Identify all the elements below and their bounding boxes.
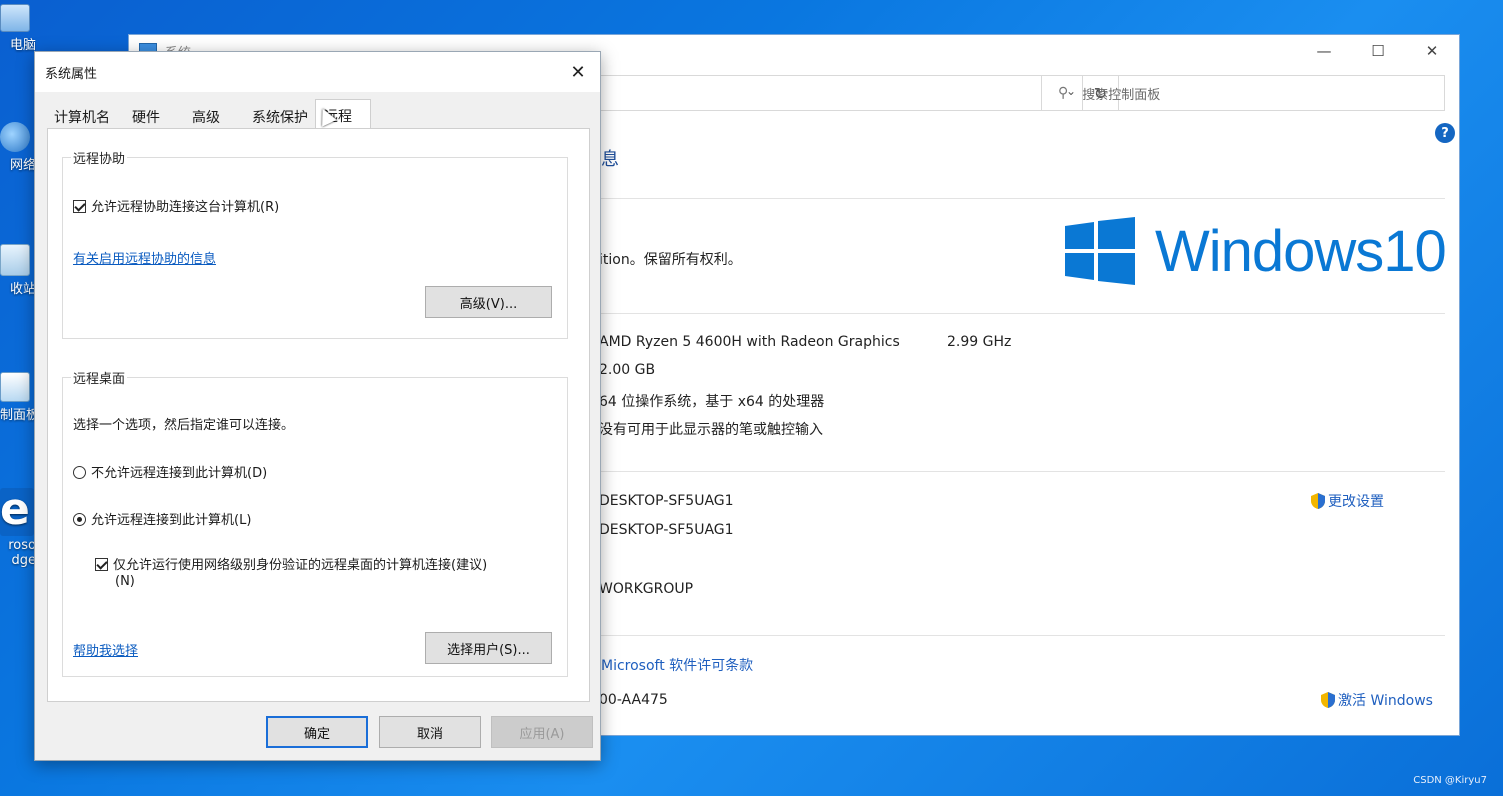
allow-remote-assistance-label: 允许远程协助连接这台计算机(R) [91, 200, 280, 215]
tab-hardware[interactable]: 硬件 [125, 100, 167, 128]
close-icon[interactable]: ✕ [1405, 35, 1459, 67]
tab-system-protection[interactable]: 系统保护 [245, 100, 315, 128]
remote-assistance-group: 远程协助 允许远程协助连接这台计算机(R) 有关启用远程协助的信息 高级(V).… [62, 148, 568, 339]
workgroup-value: WORKGROUP [599, 581, 694, 597]
processor-speed: 2.99 GHz [947, 334, 1012, 350]
activate-windows-label: 激活 Windows [1338, 693, 1433, 709]
deny-remote-radio[interactable]: 不允许远程连接到此计算机(D) [73, 462, 267, 481]
nla-checkbox[interactable]: 仅允许运行使用网络级别身份验证的远程桌面的计算机连接(建议) [95, 554, 487, 573]
help-icon[interactable]: ? [1435, 123, 1455, 143]
cancel-button[interactable]: 取消 [379, 716, 481, 748]
copyright-text: ition。保留所有权利。 [599, 252, 742, 268]
tab-advanced[interactable]: 高级 [185, 100, 227, 128]
windows-flag-icon [1065, 217, 1135, 285]
windows-logo: Windows10 [1065, 217, 1447, 285]
search-placeholder: 搜索控制面板 [1082, 87, 1161, 103]
divider [599, 471, 1445, 472]
computer-icon [0, 4, 30, 32]
page-title: 息 [601, 149, 619, 170]
shield-icon [1311, 493, 1325, 509]
activate-windows-link[interactable]: 激活 Windows [1321, 690, 1433, 710]
change-settings-label: 更改设置 [1328, 494, 1384, 510]
full-computer-name-value: DESKTOP-SF5UAG1 [599, 522, 734, 538]
allow-remote-radio[interactable]: 允许远程连接到此计算机(L) [73, 509, 251, 528]
desktop-icon-label: 网络 [9, 158, 36, 173]
license-terms-link[interactable]: Microsoft 软件许可条款 [601, 655, 753, 675]
desktop-icon-label: 收站 [9, 282, 36, 297]
divider [599, 198, 1445, 199]
apply-button[interactable]: 应用(A) [491, 716, 593, 748]
ok-button[interactable]: 确定 [266, 716, 368, 748]
desktop-icon-label: roso [8, 538, 36, 553]
deny-remote-label: 不允许远程连接到此计算机(D) [91, 466, 268, 481]
select-users-button[interactable]: 选择用户(S)... [425, 632, 552, 664]
processor-value: AMD Ryzen 5 4600H with Radeon Graphics [599, 334, 900, 350]
desktop-icon-control-panel[interactable]: 制面板 [0, 372, 36, 423]
desktop-icon-label: 制面板 [0, 408, 36, 423]
maximize-icon[interactable]: ☐ [1351, 35, 1405, 67]
checkbox-checked-icon [73, 200, 86, 213]
desktop-icon-network[interactable]: 网络 [0, 122, 36, 173]
remote-assistance-info-link[interactable]: 有关启用远程协助的信息 [73, 248, 216, 267]
computer-name-value: DESKTOP-SF5UAG1 [599, 493, 734, 509]
search-input[interactable]: ⚲ 搜索控制面板 [1041, 75, 1445, 111]
window-controls: — ☐ ✕ [1297, 35, 1459, 67]
tab-computer-name[interactable]: 计算机名 [47, 100, 117, 128]
remote-desktop-title: 远程桌面 [71, 368, 128, 387]
advanced-button[interactable]: 高级(V)... [425, 286, 552, 318]
remote-assistance-title: 远程协助 [71, 148, 128, 167]
nla-label: 仅允许运行使用网络级别身份验证的远程桌面的计算机连接(建议) [113, 558, 488, 573]
product-id-value: 00-AA475 [599, 692, 668, 708]
windows-brand-text: Windows10 [1155, 218, 1447, 284]
pen-touch-value: 没有可用于此显示器的笔或触控输入 [599, 422, 823, 438]
desktop-icon-edge[interactable]: e roso dge [0, 488, 36, 568]
edge-icon: e [0, 488, 34, 536]
change-settings-link[interactable]: 更改设置 [1311, 491, 1384, 511]
remote-desktop-group: 远程桌面 选择一个选项，然后指定谁可以连接。 不允许远程连接到此计算机(D) 允… [62, 368, 568, 677]
desktop-icon-this-pc[interactable]: 电脑 [0, 4, 36, 53]
ram-value: 2.00 GB [599, 362, 656, 378]
shield-icon [1321, 692, 1335, 708]
nla-label-line2: (N) [115, 574, 135, 589]
checkbox-checked-icon [95, 558, 108, 571]
remote-desktop-instruction: 选择一个选项，然后指定谁可以连接。 [73, 418, 295, 433]
radio-selected-icon [73, 513, 86, 526]
system-properties-dialog: 系统属性 ✕ 计算机名 硬件 高级 系统保护 远程 远程协助 允许远程协助连接这… [34, 51, 601, 761]
divider [599, 313, 1445, 314]
system-type-value: 64 位操作系统，基于 x64 的处理器 [599, 394, 825, 410]
desktop-icon-label: dge [11, 553, 36, 568]
desktop-icon-recycle-bin[interactable]: 收站 [0, 244, 36, 297]
watermark: CSDN @Kiryu7 [1413, 775, 1487, 786]
control-panel-icon [0, 372, 30, 402]
allow-remote-label: 允许远程连接到此计算机(L) [91, 513, 252, 528]
radio-empty-icon [73, 466, 86, 479]
minimize-icon[interactable]: — [1297, 35, 1351, 67]
divider [599, 635, 1445, 636]
network-icon [0, 122, 30, 152]
allow-remote-assistance-checkbox[interactable]: 允许远程协助连接这台计算机(R) [73, 196, 279, 215]
close-icon[interactable]: ✕ [566, 60, 590, 84]
dialog-title: 系统属性 [45, 66, 98, 82]
dialog-titlebar: 系统属性 [35, 52, 600, 92]
help-me-choose-link[interactable]: 帮助我选择 [73, 640, 138, 659]
remote-tab-panel: 远程协助 允许远程协助连接这台计算机(R) 有关启用远程协助的信息 高级(V).… [47, 128, 590, 702]
recycle-bin-icon [0, 244, 30, 276]
search-icon: ⚲ [1058, 85, 1069, 101]
desktop-icon-label: 电脑 [9, 38, 36, 53]
